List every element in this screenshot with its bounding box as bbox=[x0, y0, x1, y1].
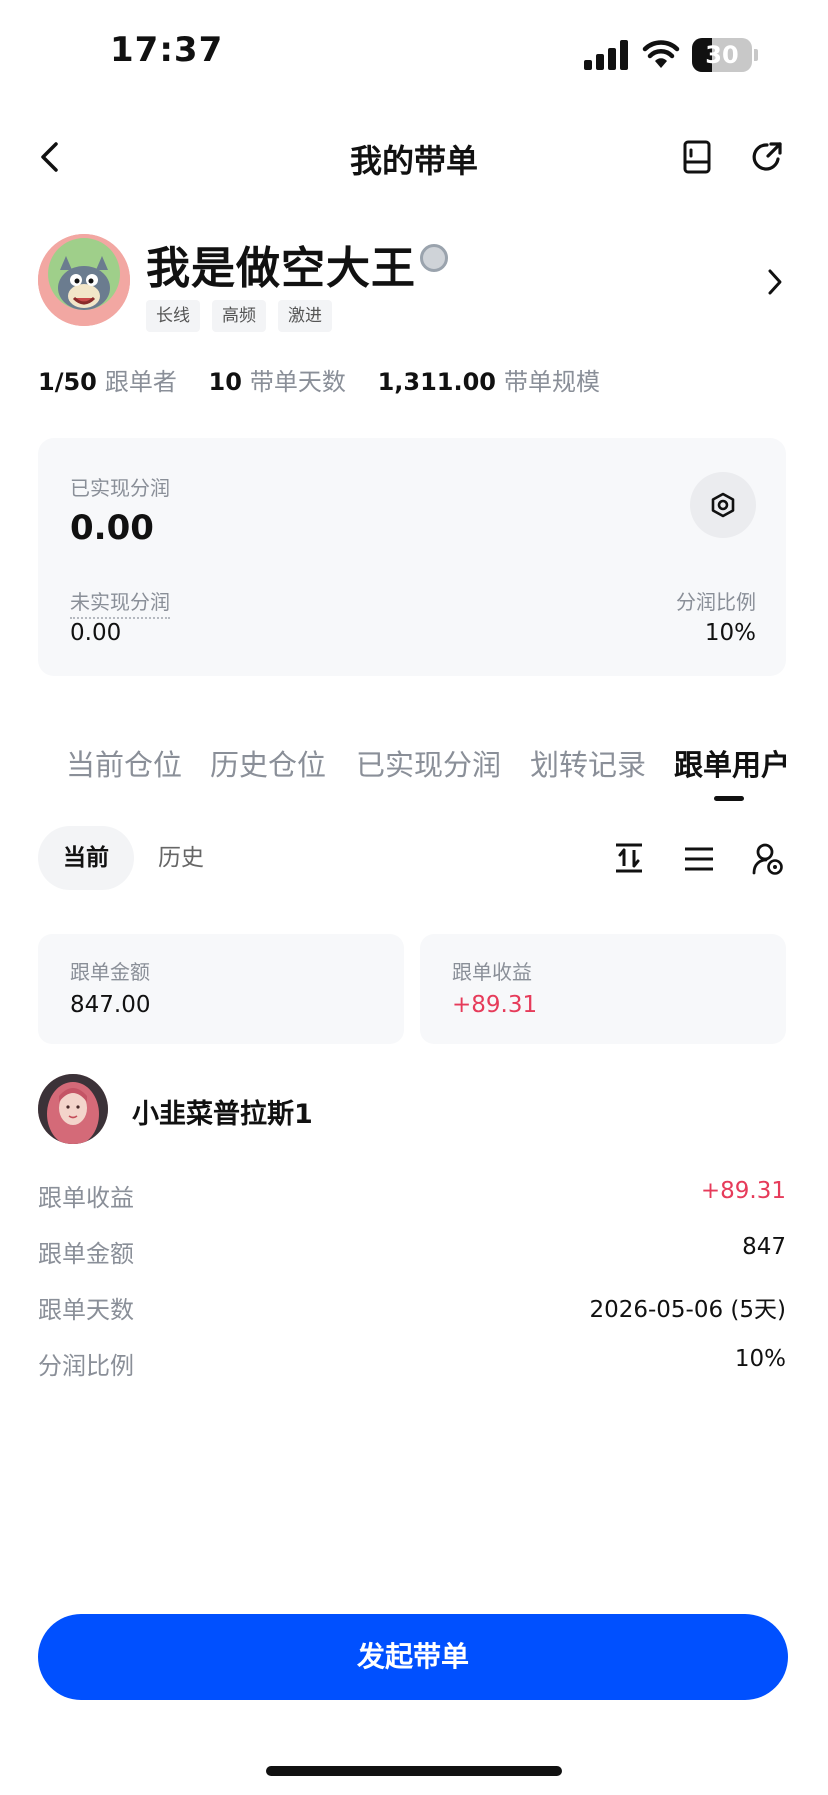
lead-scale-label: 带单规模 bbox=[504, 368, 600, 396]
realized-share-label: 已实现分润 bbox=[70, 476, 170, 500]
follower-profit-value: +89.31 bbox=[700, 1178, 786, 1204]
trader-name: 我是做空大王 bbox=[146, 243, 416, 294]
lead-days-label: 带单天数 bbox=[249, 368, 346, 396]
settings-button[interactable] bbox=[690, 472, 756, 538]
follower-ratio-value: 10% bbox=[734, 1346, 786, 1372]
follower-amount-value: 847 bbox=[742, 1234, 786, 1260]
chevron-right-icon[interactable] bbox=[766, 268, 784, 296]
share-ratio-label: 分润比例 bbox=[676, 590, 756, 614]
copy-profit-value: +89.31 bbox=[452, 992, 538, 1018]
user-settings-icon[interactable] bbox=[752, 842, 784, 876]
follower-days-value: 2026-05-06 (5天) bbox=[589, 1297, 786, 1323]
tab-current-positions[interactable]: 当前仓位 bbox=[66, 742, 182, 784]
copy-amount-label: 跟单金额 bbox=[70, 960, 150, 984]
settings-hex-icon bbox=[711, 492, 735, 518]
copy-profit-box bbox=[420, 934, 786, 1044]
follower-profit-label: 跟单收益 bbox=[38, 1184, 134, 1212]
lead-scale-value: 1,311.00 bbox=[377, 368, 496, 396]
home-indicator bbox=[266, 1766, 562, 1776]
wifi-icon bbox=[642, 40, 680, 68]
status-time: 17:37 bbox=[110, 30, 224, 70]
battery-icon: 30 bbox=[692, 38, 752, 72]
sort-icon[interactable] bbox=[614, 842, 644, 874]
book-icon[interactable] bbox=[682, 140, 712, 174]
battery-tip bbox=[754, 49, 758, 61]
trader-stats: 1/50 跟单者 10 带单天数 1,311.00 带单规模 bbox=[38, 362, 624, 397]
tab-realized-share[interactable]: 已实现分润 bbox=[356, 742, 501, 784]
medal-badge-icon bbox=[420, 244, 448, 272]
realized-share-value: 0.00 bbox=[70, 508, 154, 548]
follower-name: 小韭菜普拉斯1 bbox=[132, 1099, 313, 1130]
list-menu-icon[interactable] bbox=[684, 846, 714, 872]
subtab-current[interactable]: 当前 bbox=[38, 826, 134, 890]
copy-amount-box bbox=[38, 934, 404, 1044]
start-lead-trading-button[interactable]: 发起带单 bbox=[38, 1614, 788, 1700]
tab-copy-users[interactable]: 跟单用户 bbox=[674, 742, 790, 784]
profile-tag: 激进 bbox=[278, 300, 332, 332]
girl-portrait-avatar-icon bbox=[38, 1074, 108, 1144]
lead-days-value: 10 bbox=[208, 368, 242, 396]
battery-level: 30 bbox=[705, 41, 739, 69]
tab-history-positions[interactable]: 历史仓位 bbox=[210, 742, 326, 784]
share-ratio-value: 10% bbox=[704, 620, 756, 646]
follower-ratio-label: 分润比例 bbox=[38, 1352, 134, 1380]
follower-amount-label: 跟单金额 bbox=[38, 1240, 134, 1268]
cartoon-cat-avatar-icon bbox=[38, 234, 130, 326]
unrealized-share-label[interactable]: 未实现分润 bbox=[70, 586, 170, 619]
copy-profit-label: 跟单收益 bbox=[452, 960, 532, 984]
follower-avatar[interactable] bbox=[38, 1074, 108, 1144]
cellular-signal-icon bbox=[584, 40, 630, 70]
tab-transfer-records[interactable]: 划转记录 bbox=[530, 742, 646, 784]
share-icon[interactable] bbox=[750, 140, 784, 174]
unrealized-share-value: 0.00 bbox=[70, 620, 122, 646]
active-tab-indicator bbox=[714, 796, 744, 801]
copy-amount-value: 847.00 bbox=[70, 992, 151, 1018]
followers-label: 跟单者 bbox=[104, 368, 177, 396]
trader-avatar[interactable] bbox=[38, 234, 130, 326]
profile-tag: 高频 bbox=[212, 300, 266, 332]
profile-tag: 长线 bbox=[146, 300, 200, 332]
subtab-history[interactable]: 历史 bbox=[158, 826, 204, 890]
follower-days-label: 跟单天数 bbox=[38, 1296, 134, 1324]
followers-value: 1/50 bbox=[38, 368, 97, 396]
